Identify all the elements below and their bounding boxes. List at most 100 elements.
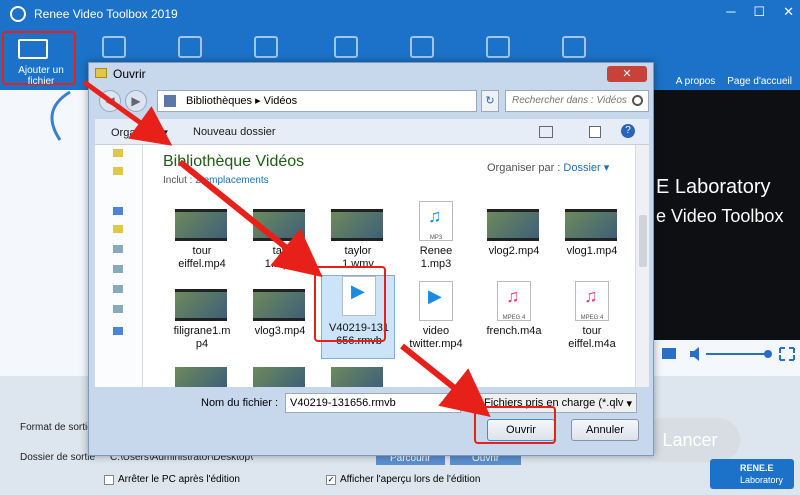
preview-pane-icon[interactable] <box>589 126 601 138</box>
maximize-icon[interactable]: ☐ <box>753 4 765 20</box>
nav-folder-icon[interactable] <box>113 167 123 175</box>
filename-input[interactable]: V40219-131656.rmvb <box>285 393 461 413</box>
volume-handle <box>764 350 772 358</box>
add-file-button[interactable]: Ajouter un fichier <box>2 31 76 87</box>
file-item[interactable]: ♫ MPEG 4 tour eiffel.m4a <box>555 281 629 355</box>
player-controls[interactable] <box>650 346 800 362</box>
arrange-dropdown[interactable]: Dossier ▾ <box>563 162 609 174</box>
nav-item-icon[interactable] <box>113 285 123 293</box>
watermark-tool-icon[interactable] <box>334 36 358 58</box>
media-icon: ▶ <box>428 286 442 306</box>
search-placeholder: Rechercher dans : Vidéos <box>512 95 627 106</box>
open-dialog: Ouvrir ✕ ◀ ▶ Bibliothèques ▸ Vidéos ↻ Re… <box>88 62 654 456</box>
includes-link[interactable]: 2 emplacements <box>195 175 268 186</box>
file-item[interactable]: vlog3.mp4 <box>243 285 317 359</box>
file-item[interactable]: tour eiffel.mp4 <box>165 205 239 279</box>
folder-label: Dossier de sortie <box>20 452 96 463</box>
file-item[interactable]: ♫ MPEG 4 french.m4a <box>477 281 551 355</box>
file-item[interactable]: ♫ MP3 Renee 1.mp3 <box>399 201 473 275</box>
fullscreen-icon <box>779 347 795 361</box>
merge-tool-icon[interactable] <box>562 36 586 58</box>
selected-file-highlight <box>314 266 386 342</box>
preview-check-label: Afficher l'aperçu lors de l'édition <box>340 474 481 485</box>
app-title: Renee Video Toolbox 2019 <box>34 7 178 21</box>
address-bar[interactable]: Bibliothèques ▸ Vidéos <box>157 90 477 112</box>
music-tool-icon[interactable] <box>410 36 434 58</box>
nav-item-icon[interactable] <box>113 305 123 313</box>
minimize-icon[interactable]: ─ <box>726 4 735 20</box>
file-name: tour eiffel.m4a <box>568 325 616 350</box>
shutdown-box[interactable] <box>104 474 114 485</box>
library-includes: Inclut : 2 emplacements <box>163 175 269 186</box>
nav-library-icon[interactable] <box>113 225 123 233</box>
audio-file-icon: ♫ MPEG 4 <box>575 281 609 321</box>
new-folder-button[interactable]: Nouveau dossier <box>193 126 276 138</box>
file-name: tay 1.mp4 <box>264 245 296 270</box>
file-tag: MP3 <box>429 235 443 241</box>
file-item[interactable]: vlog2.mp4 <box>477 205 551 279</box>
music-note-icon: ♫ <box>428 206 442 226</box>
filename-label: Nom du fichier : <box>201 397 279 409</box>
search-input[interactable]: Rechercher dans : Vidéos <box>505 90 649 112</box>
video-thumbnail <box>175 289 227 321</box>
trim-tool-icon[interactable] <box>102 36 126 58</box>
forward-icon[interactable]: ▶ <box>125 90 147 112</box>
nav-desktop-icon[interactable] <box>113 207 123 215</box>
video-thumbnail <box>331 367 383 387</box>
close-icon[interactable]: ✕ <box>783 4 794 20</box>
home-link[interactable]: Page d'accueil <box>727 76 792 87</box>
vertical-scrollbar[interactable] <box>635 145 649 387</box>
effects-tool-icon[interactable] <box>254 36 278 58</box>
nav-item-icon[interactable] <box>113 265 123 273</box>
about-link[interactable]: A propos <box>676 76 715 87</box>
file-tag: MPEG 4 <box>502 315 526 321</box>
file-name: filigrane1.m p4 <box>173 325 231 350</box>
file-name: vlog2.mp4 <box>488 245 540 257</box>
launch-button[interactable]: Lancer <box>640 418 740 462</box>
file-item[interactable]: ▶ video twitter.mp4 <box>399 281 473 355</box>
includes-prefix: Inclut : <box>163 175 196 186</box>
file-item[interactable]: vlog1.mp4 <box>555 205 629 279</box>
video-thumbnail <box>175 209 227 241</box>
format-label: Format de sortie <box>20 422 93 433</box>
navigation-pane[interactable] <box>95 145 143 387</box>
nav-computer-icon[interactable] <box>113 327 123 335</box>
top-right-links: A propos Page d'accueil <box>676 76 792 87</box>
crop-tool-icon[interactable] <box>178 36 202 58</box>
preview-line-2: e Video Toolbox <box>656 206 784 226</box>
window-controls: ─ ☐ ✕ <box>726 4 794 20</box>
library-title: Bibliothèque Vidéos <box>163 153 305 170</box>
add-video-icon <box>18 39 48 59</box>
dialog-title: Ouvrir <box>113 67 146 81</box>
shutdown-checkbox[interactable]: Arrêter le PC après l'édition <box>104 474 240 485</box>
audio-file-icon: ♫ MP3 <box>419 201 453 241</box>
arrange-by: Organiser par : Dossier ▾ <box>487 161 609 174</box>
dialog-footer: Nom du fichier : V40219-131656.rmvb Fich… <box>95 389 649 451</box>
dialog-close-button[interactable]: ✕ <box>607 66 647 82</box>
video-thumbnail <box>253 209 305 241</box>
refresh-icon[interactable]: ↻ <box>481 90 499 112</box>
video-thumbnail <box>565 209 617 241</box>
cancel-button[interactable]: Annuler <box>571 419 639 441</box>
music-note-icon: ♫ <box>506 286 520 306</box>
nav-folder-icon[interactable] <box>113 149 123 157</box>
back-icon[interactable]: ◀ <box>99 90 121 112</box>
media-file-icon: ▶ <box>419 281 453 321</box>
dialog-titlebar: Ouvrir ✕ <box>89 63 653 85</box>
preview-checkbox[interactable]: ✓ Afficher l'aperçu lors de l'édition <box>326 474 480 485</box>
folder-icon <box>95 68 107 78</box>
file-item[interactable]: tay 1.mp4 <box>243 205 317 279</box>
breadcrumb[interactable]: Bibliothèques ▸ Vidéos <box>186 95 297 107</box>
view-options-icon[interactable] <box>539 126 553 138</box>
command-bar: Organiser ▾ Nouveau dossier ? <box>95 119 649 145</box>
nav-item-icon[interactable] <box>113 245 123 253</box>
organize-menu[interactable]: Organiser ▾ <box>111 126 168 139</box>
scroll-thumb[interactable] <box>639 215 647 267</box>
video-thumbnail <box>175 367 227 387</box>
help-icon[interactable]: ? <box>621 124 635 138</box>
video-thumbnail <box>253 367 305 387</box>
subtitle-tool-icon[interactable] <box>486 36 510 58</box>
preview-box[interactable]: ✓ <box>326 474 336 485</box>
file-item[interactable]: filigrane1.m p4 <box>165 285 239 359</box>
video-thumbnail <box>331 209 383 241</box>
